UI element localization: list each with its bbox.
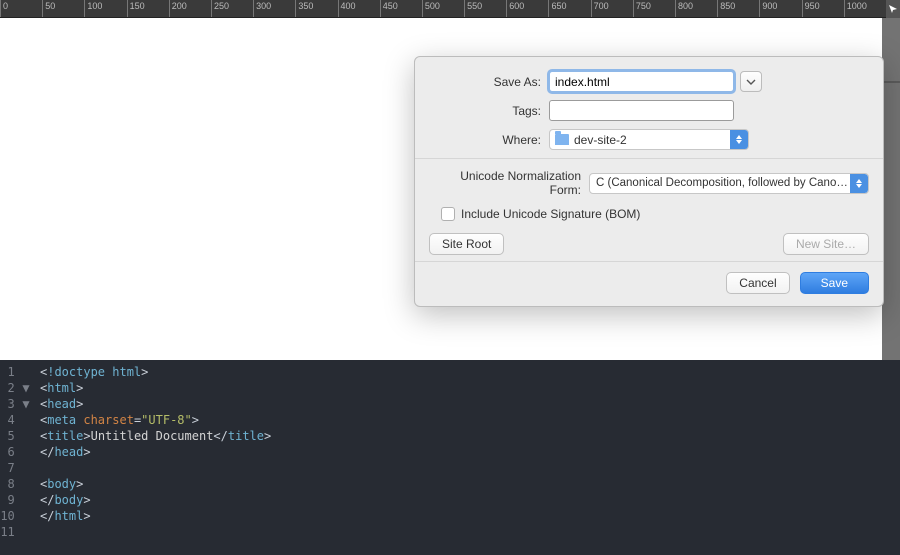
ruler-tick: 800 <box>675 0 693 18</box>
ruler-tick: 650 <box>548 0 566 18</box>
line-number: 8 <box>0 476 30 492</box>
line-number: 11 <box>0 524 30 540</box>
tags-label: Tags: <box>429 104 549 118</box>
ruler-tick: 900 <box>759 0 777 18</box>
code-editor[interactable]: 1 2 ▼3 ▼4 5 6 7 8 9 10 11 <!doctype html… <box>0 360 900 555</box>
ruler-tick: 550 <box>464 0 482 18</box>
ruler-tick: 350 <box>295 0 313 18</box>
bom-label: Include Unicode Signature (BOM) <box>461 207 640 221</box>
ruler-tick: 750 <box>633 0 651 18</box>
ruler-tick: 1000 <box>844 0 867 18</box>
line-number: 1 <box>0 364 30 380</box>
line-number: 3 ▼ <box>0 396 30 412</box>
normalization-label: Unicode Normalization Form: <box>429 169 589 197</box>
save-as-input[interactable] <box>549 71 734 92</box>
where-value: dev-site-2 <box>574 133 627 147</box>
ruler-tick: 950 <box>802 0 820 18</box>
ruler-tick: 300 <box>253 0 271 18</box>
ruler-tick: 500 <box>422 0 440 18</box>
vertical-scrollbar[interactable] <box>882 18 900 360</box>
ruler-tick: 50 <box>42 0 55 18</box>
code-line[interactable]: <body> <box>40 476 900 492</box>
line-gutter: 1 2 ▼3 ▼4 5 6 7 8 9 10 11 <box>0 360 36 555</box>
code-line[interactable] <box>40 460 900 476</box>
line-number: 9 <box>0 492 30 508</box>
ruler-tick: 400 <box>338 0 356 18</box>
normalization-select[interactable]: C (Canonical Decomposition, followed by … <box>589 173 869 194</box>
code-line[interactable] <box>40 524 900 540</box>
where-select[interactable]: dev-site-2 <box>549 129 749 150</box>
line-number: 4 <box>0 412 30 428</box>
new-site-button: New Site… <box>783 233 869 255</box>
code-line[interactable]: <meta charset="UTF-8"> <box>40 412 900 428</box>
select-arrows-icon <box>850 174 868 193</box>
code-content[interactable]: <!doctype html><html><head><meta charset… <box>36 360 900 555</box>
site-root-button[interactable]: Site Root <box>429 233 504 255</box>
ruler-tick: 150 <box>127 0 145 18</box>
ruler-tick: 200 <box>169 0 187 18</box>
save-as-label: Save As: <box>429 75 549 89</box>
scrollbar-divider <box>882 81 900 83</box>
ruler-tick: 450 <box>380 0 398 18</box>
line-number: 5 <box>0 428 30 444</box>
dialog-divider <box>415 158 883 159</box>
dialog-divider <box>415 261 883 262</box>
tags-input[interactable] <box>549 100 734 121</box>
ruler-tick: 250 <box>211 0 229 18</box>
where-label: Where: <box>429 133 549 147</box>
save-button[interactable]: Save <box>800 272 869 294</box>
line-number: 6 <box>0 444 30 460</box>
ruler-tick: 700 <box>591 0 609 18</box>
code-line[interactable]: </body> <box>40 492 900 508</box>
code-line[interactable]: <head> <box>40 396 900 412</box>
line-number: 7 <box>0 460 30 476</box>
bom-checkbox[interactable] <box>441 207 455 221</box>
cancel-button[interactable]: Cancel <box>726 272 789 294</box>
code-line[interactable]: <title>Untitled Document</title> <box>40 428 900 444</box>
expand-dialog-button[interactable] <box>740 71 762 92</box>
ruler-tick: 0 <box>0 0 8 18</box>
ruler-tick: 100 <box>84 0 102 18</box>
code-line[interactable]: <!doctype html> <box>40 364 900 380</box>
ruler-tick: 600 <box>506 0 524 18</box>
save-as-dialog: Save As: Tags: Where: dev-site-2 Unicode… <box>414 56 884 307</box>
normalization-value: C (Canonical Decomposition, followed by … <box>596 177 868 189</box>
folder-icon <box>555 134 569 145</box>
ruler-cursor-icon <box>886 0 900 18</box>
code-line[interactable]: </html> <box>40 508 900 524</box>
horizontal-ruler: 0 50 100 150 200 250 300 350 400 450 500 550 600 650 7… <box>0 0 900 18</box>
select-arrows-icon <box>730 130 748 149</box>
code-line[interactable]: <html> <box>40 380 900 396</box>
line-number: 2 ▼ <box>0 380 30 396</box>
code-line[interactable]: </head> <box>40 444 900 460</box>
line-number: 10 <box>0 508 30 524</box>
ruler-tick: 850 <box>717 0 735 18</box>
